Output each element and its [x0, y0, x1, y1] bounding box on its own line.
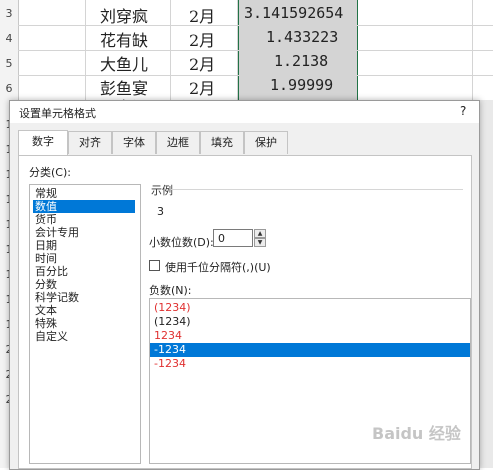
tab-number[interactable]: 数字 — [18, 130, 68, 155]
grid-line — [18, 50, 493, 51]
negative-option[interactable]: -1234 — [150, 357, 470, 371]
category-item[interactable]: 日期 — [33, 239, 135, 252]
negative-option-selected[interactable]: -1234 — [150, 343, 470, 357]
category-label: 分类(C): — [29, 166, 71, 179]
month-cell[interactable]: 2月 — [189, 3, 215, 27]
name-cell[interactable]: 花有缺 — [100, 27, 148, 51]
tab-protection[interactable]: 保护 — [244, 131, 288, 154]
category-item[interactable]: 时间 — [33, 252, 135, 265]
tab-alignment[interactable]: 对齐 — [68, 131, 112, 154]
month-cell[interactable]: 2月 — [189, 51, 215, 75]
category-item[interactable]: 自定义 — [33, 330, 135, 343]
decimal-places-label: 小数位数(D): — [149, 236, 214, 249]
category-item-selected[interactable]: 数值 — [33, 200, 135, 213]
grid-line — [356, 0, 357, 100]
category-item[interactable]: 货币 — [33, 213, 135, 226]
tab-border[interactable]: 边框 — [156, 131, 200, 154]
tab-fill[interactable]: 填充 — [200, 131, 244, 154]
thousands-separator-label[interactable]: 使用千位分隔符(,)(U) — [165, 259, 271, 275]
name-cell[interactable]: 大鱼儿 — [100, 51, 148, 75]
row-number[interactable]: 6 — [0, 82, 18, 95]
thousands-separator-checkbox[interactable] — [149, 260, 160, 271]
negative-option[interactable]: (1234) — [150, 301, 470, 315]
category-item[interactable]: 常规 — [33, 187, 135, 200]
dialog-title: 设置单元格格式 — [19, 107, 96, 120]
category-item[interactable]: 科学记数 — [33, 291, 135, 304]
grid-line — [170, 0, 171, 100]
grid-line — [18, 25, 493, 26]
grid-line — [237, 0, 238, 100]
row-number[interactable]: 5 — [0, 57, 18, 70]
help-button[interactable]: ? — [460, 104, 466, 118]
row-number[interactable]: 3 — [0, 7, 18, 20]
sheet-scroll-area — [478, 100, 493, 468]
negative-option[interactable]: 1234 — [150, 329, 470, 343]
grid-line — [85, 0, 86, 100]
category-item[interactable]: 百分比 — [33, 265, 135, 278]
value-cell[interactable]: 1.99999 — [270, 76, 333, 94]
category-item[interactable]: 文本 — [33, 304, 135, 317]
category-list[interactable]: 常规 数值 货币 会计专用 日期 时间 百分比 分数 科学记数 文本 特殊 自定… — [29, 184, 141, 464]
category-item[interactable]: 分数 — [33, 278, 135, 291]
sample-label: 示例 — [151, 184, 173, 197]
value-cell[interactable]: 1.2138 — [274, 52, 328, 70]
format-cells-dialog: 设置单元格格式 ? 数字 对齐 字体 边框 填充 保护 分类(C): 常规 数值… — [9, 100, 480, 470]
name-cell[interactable]: 刘穿疯 — [100, 3, 148, 27]
tab-font[interactable]: 字体 — [112, 131, 156, 154]
category-item[interactable]: 会计专用 — [33, 226, 135, 239]
grid-line — [472, 0, 473, 100]
sample-divider — [171, 189, 463, 190]
value-cell[interactable]: 3.141592654 — [244, 4, 343, 22]
spin-down-icon[interactable]: ▼ — [254, 238, 266, 247]
negative-numbers-label: 负数(N): — [149, 284, 192, 297]
baidu-watermark: Baidu 经验 — [372, 424, 461, 443]
spin-up-icon[interactable]: ▲ — [254, 229, 266, 238]
row-number[interactable]: 4 — [0, 32, 18, 45]
sample-value: 3 — [157, 205, 164, 218]
value-cell[interactable]: 1.433223 — [266, 28, 338, 46]
category-item[interactable]: 特殊 — [33, 317, 135, 330]
dialog-titlebar[interactable]: 设置单元格格式 ? — [10, 101, 479, 123]
decimal-places-input[interactable]: 0 — [213, 229, 253, 247]
month-cell[interactable]: 2月 — [189, 27, 215, 51]
negative-option[interactable]: (1234) — [150, 315, 470, 329]
grid-line — [18, 75, 493, 76]
